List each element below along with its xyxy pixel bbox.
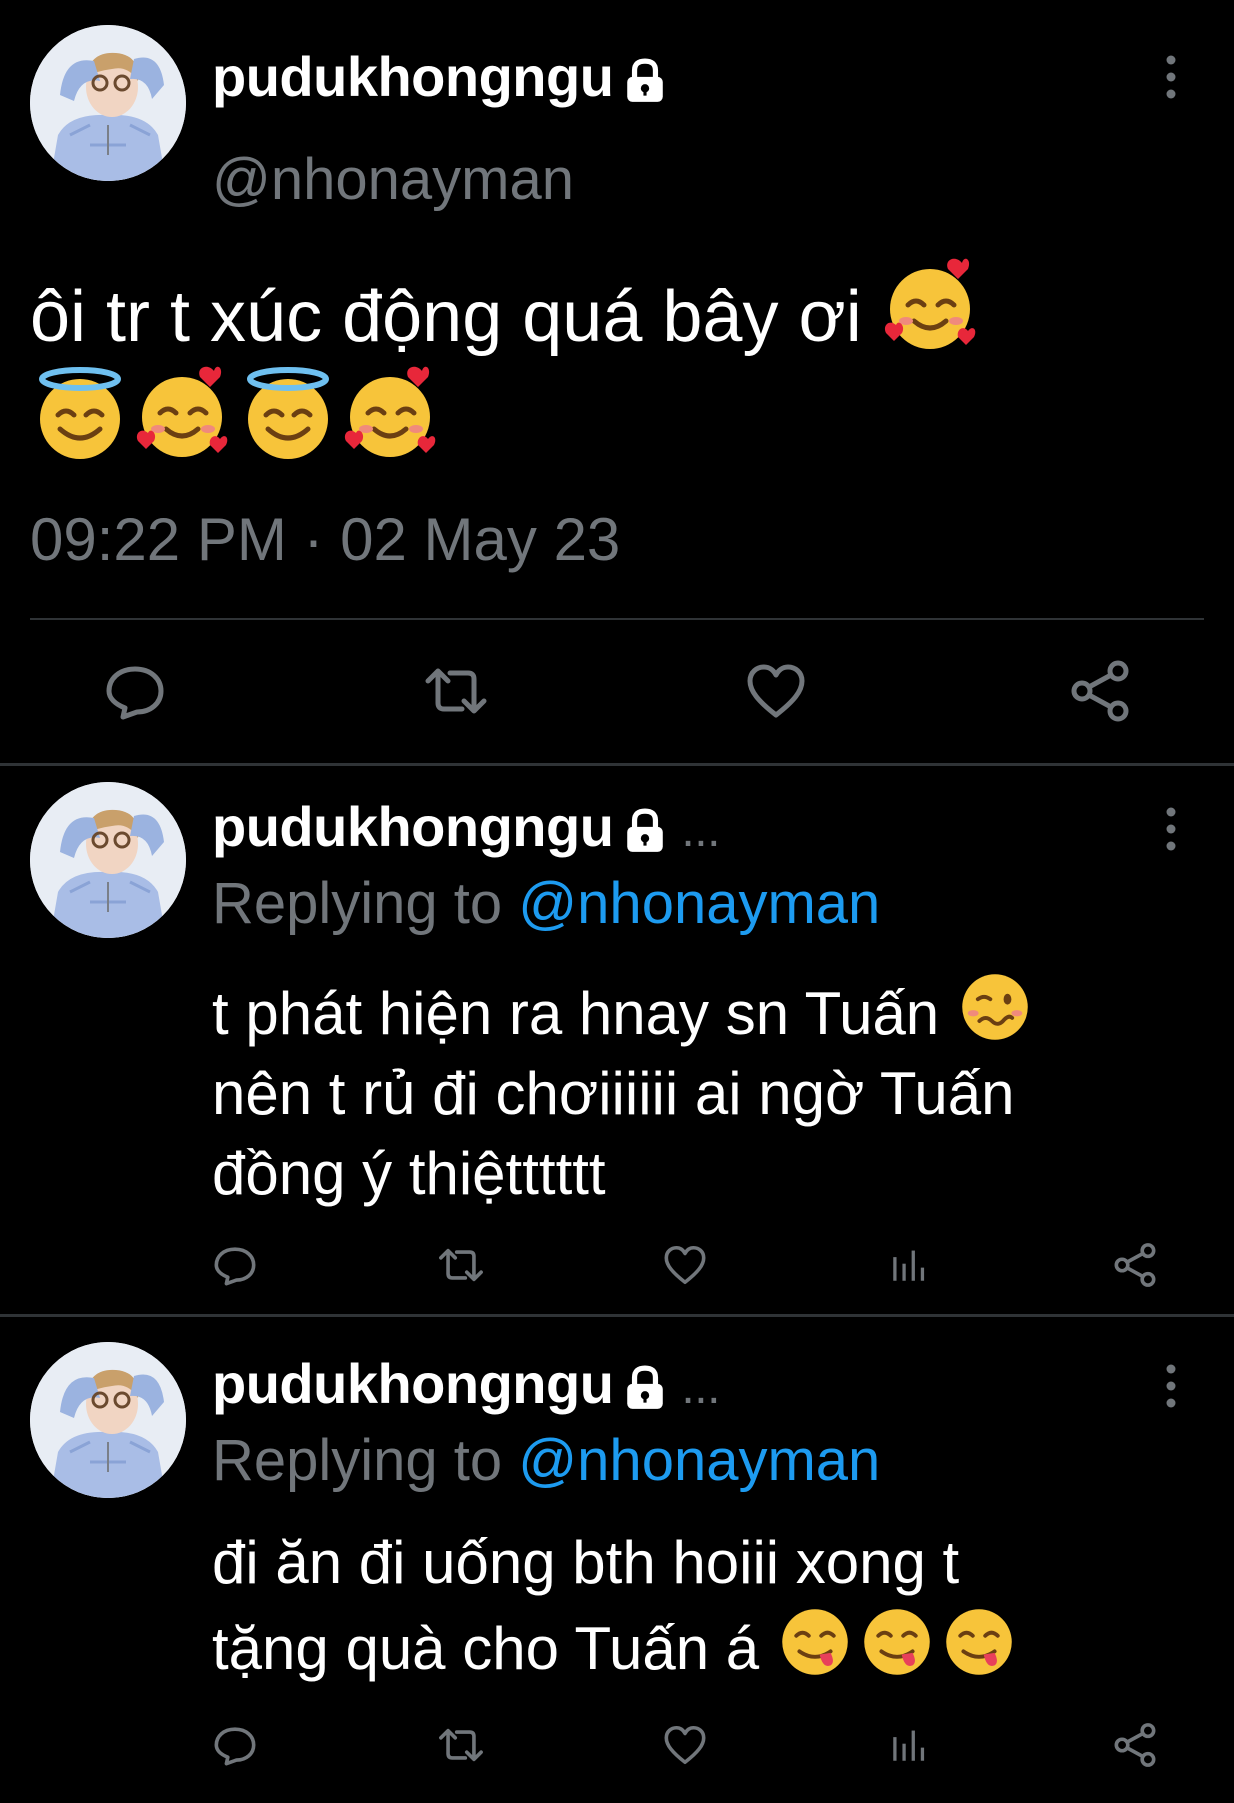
- share-button[interactable]: [1112, 1242, 1158, 1288]
- smiling-face-with-hearts-icon: [134, 363, 234, 463]
- views-icon: [888, 1722, 930, 1768]
- share-icon: [1112, 1722, 1158, 1768]
- retweet-icon: [424, 659, 488, 723]
- reply-button[interactable]: [103, 659, 167, 723]
- face-savoring-food-icon: [940, 1603, 1018, 1681]
- retweet-button[interactable]: [424, 659, 488, 723]
- user-handle[interactable]: @nhonayman: [212, 146, 574, 213]
- lock-icon: [623, 58, 667, 104]
- avatar-image: [30, 782, 186, 938]
- mention-link[interactable]: @nhonayman: [518, 1428, 880, 1493]
- like-button[interactable]: [662, 1722, 708, 1768]
- tweet-text: đi ăn đi uống bth hoiii xong t tặng quà …: [212, 1523, 1212, 1689]
- display-name[interactable]: pudukhongngu...: [212, 1351, 720, 1416]
- share-icon: [1068, 659, 1132, 723]
- like-icon: [662, 1722, 708, 1768]
- reply-icon: [212, 1242, 258, 1288]
- ellipsis-text: ...: [681, 804, 720, 857]
- replying-prefix: Replying to: [212, 871, 503, 936]
- retweet-icon: [436, 1722, 486, 1768]
- share-icon: [1112, 1242, 1158, 1288]
- tweet-text-line: đi ăn đi uống bth hoiii xong t: [212, 1529, 960, 1596]
- divider: [30, 618, 1204, 620]
- avatar-image: [30, 25, 186, 181]
- replying-to: Replying to @nhonayman: [212, 1427, 880, 1494]
- main-tweet: pudukhongngu @nhonayman ôi tr t xúc động…: [0, 0, 1234, 766]
- tweet-text: ôi tr t xúc động quá bây ơi: [30, 255, 1210, 471]
- tweet-text-line: tặng quà cho Tuấn á: [212, 1615, 760, 1682]
- lock-icon: [623, 1365, 667, 1411]
- reply-icon: [103, 659, 167, 723]
- display-name-text: pudukhongngu: [212, 45, 614, 108]
- views-button[interactable]: [888, 1242, 930, 1288]
- face-savoring-food-icon: [776, 1603, 854, 1681]
- smiling-face-with-hearts-icon: [342, 363, 442, 463]
- more-options-icon[interactable]: [1156, 804, 1186, 854]
- tweet-text-line: t phát hiện ra hnay sn Tuấn: [212, 980, 940, 1047]
- retweet-icon: [436, 1242, 486, 1288]
- reply-icon: [212, 1722, 258, 1768]
- reply-button[interactable]: [212, 1242, 258, 1288]
- reply-tweet[interactable]: pudukhongngu... Replying to @nhonayman t…: [0, 766, 1234, 1316]
- tweet-text-content: ôi tr t xúc động quá bây ơi: [30, 277, 862, 357]
- replying-to: Replying to @nhonayman: [212, 870, 880, 937]
- avatar[interactable]: [30, 782, 186, 938]
- woozy-face-icon: [956, 968, 1034, 1046]
- ellipsis-text: ...: [681, 1361, 720, 1414]
- mention-link[interactable]: @nhonayman: [518, 871, 880, 936]
- like-icon: [744, 659, 808, 723]
- more-options-icon[interactable]: [1156, 1361, 1186, 1411]
- like-button[interactable]: [744, 659, 808, 723]
- reply-button[interactable]: [212, 1722, 258, 1768]
- display-name-text: pudukhongngu: [212, 795, 614, 858]
- views-icon: [888, 1242, 930, 1288]
- smiling-face-with-halo-icon: [30, 363, 130, 463]
- retweet-button[interactable]: [436, 1242, 486, 1288]
- lock-icon: [623, 808, 667, 854]
- like-button[interactable]: [662, 1242, 708, 1288]
- avatar-image: [30, 1342, 186, 1498]
- retweet-button[interactable]: [436, 1722, 486, 1768]
- reply-tweet[interactable]: pudukhongngu... Replying to @nhonayman đ…: [0, 1317, 1234, 1803]
- display-name-text: pudukhongngu: [212, 1352, 614, 1415]
- tweet-text: t phát hiện ra hnay sn Tuấn nên t rủ đi …: [212, 968, 1212, 1214]
- avatar[interactable]: [30, 25, 186, 181]
- share-button[interactable]: [1068, 659, 1132, 723]
- display-name[interactable]: pudukhongngu...: [212, 794, 720, 859]
- more-options-icon[interactable]: [1156, 52, 1186, 102]
- replying-prefix: Replying to: [212, 1428, 503, 1493]
- views-button[interactable]: [888, 1722, 930, 1768]
- smiling-face-with-halo-icon: [238, 363, 338, 463]
- display-name[interactable]: pudukhongngu: [212, 44, 667, 109]
- tweet-text-line: nên t rủ đi chơiiiiii ai ngờ Tuấn: [212, 1060, 1015, 1127]
- face-savoring-food-icon: [858, 1603, 936, 1681]
- tweet-text-line: đồng ý thiệtttttt: [212, 1140, 606, 1207]
- share-button[interactable]: [1112, 1722, 1158, 1768]
- like-icon: [662, 1242, 708, 1288]
- tweet-timestamp: 09:22 PM · 02 May 23: [30, 506, 621, 573]
- smiling-face-with-hearts-icon: [882, 255, 982, 355]
- avatar[interactable]: [30, 1342, 186, 1498]
